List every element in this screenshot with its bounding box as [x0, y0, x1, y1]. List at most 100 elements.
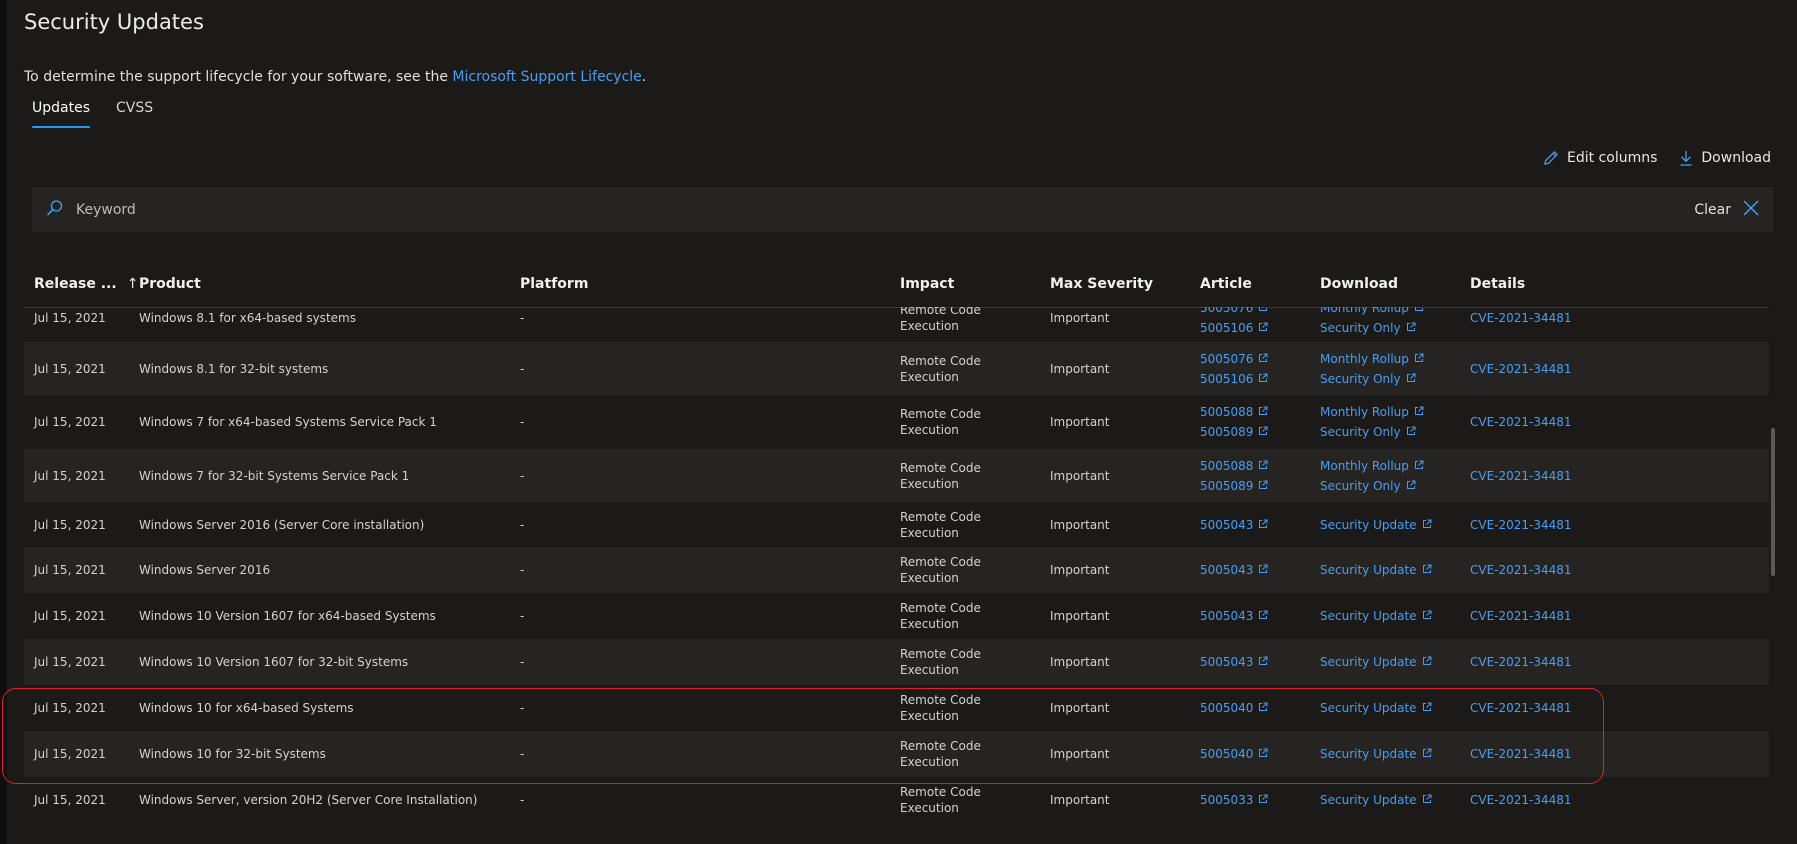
impact-text: Remote Code Execution — [900, 647, 981, 677]
product-cell: Windows 7 for 32-bit Systems Service Pac… — [139, 468, 410, 483]
impact-text: Remote Code Execution — [900, 407, 981, 437]
cve-link[interactable]: CVE-2021-34481 — [1470, 308, 1572, 328]
download-link[interactable]: Monthly Rollup — [1320, 402, 1424, 422]
cve-link[interactable]: CVE-2021-34481 — [1470, 466, 1572, 486]
external-link-icon — [1258, 456, 1268, 476]
download-label: Download — [1701, 150, 1771, 166]
cve-link[interactable]: CVE-2021-34481 — [1470, 412, 1572, 432]
impact-cell: Remote Code Execution — [900, 731, 996, 777]
tab-updates[interactable]: Updates — [32, 100, 90, 128]
article-cell: 5005033 — [1200, 777, 1268, 823]
clear-search-button[interactable]: Clear — [1694, 200, 1759, 220]
cve-link[interactable]: CVE-2021-34481 — [1470, 698, 1572, 718]
vertical-scrollbar[interactable] — [1771, 428, 1775, 576]
article-link[interactable]: 5005088 — [1200, 402, 1268, 422]
article-link[interactable]: 5005040 — [1200, 744, 1268, 764]
article-link[interactable]: 5005043 — [1200, 560, 1268, 580]
product-cell: Windows 10 for x64-based Systems — [139, 701, 354, 715]
article-cell: 5005043 — [1200, 502, 1268, 547]
download-link[interactable]: Monthly Rollup — [1320, 307, 1424, 318]
article-link[interactable]: 5005033 — [1200, 790, 1268, 810]
article-link[interactable]: 5005040 — [1200, 698, 1268, 718]
article-link[interactable]: 5005089 — [1200, 422, 1268, 442]
download-link[interactable]: Security Update — [1320, 698, 1432, 718]
article-link[interactable]: 5005076 — [1200, 307, 1268, 318]
support-lifecycle-link[interactable]: Microsoft Support Lifecycle — [452, 69, 641, 85]
platform-cell: - — [520, 655, 525, 669]
article-link[interactable]: 5005043 — [1200, 606, 1268, 626]
download-link[interactable]: Security Update — [1320, 744, 1432, 764]
edit-columns-button[interactable]: Edit columns — [1543, 150, 1657, 166]
article-link[interactable]: 5005088 — [1200, 456, 1268, 476]
cve-link[interactable]: CVE-2021-34481 — [1470, 744, 1572, 764]
download-link[interactable]: Security Only — [1320, 369, 1424, 389]
max-severity-cell: Important — [1050, 655, 1110, 669]
download-button[interactable]: Download — [1679, 150, 1771, 166]
page-title: Security Updates — [24, 10, 204, 34]
download-link[interactable]: Security Update — [1320, 560, 1432, 580]
sort-ascending-icon[interactable]: ↑ — [127, 276, 139, 292]
cve-link[interactable]: CVE-2021-34481 — [1470, 560, 1572, 580]
table-row: Jul 15, 2021 Windows 10 Version 1607 for … — [24, 593, 1769, 639]
platform-cell: - — [520, 701, 525, 715]
platform-cell: - — [520, 361, 525, 376]
article-link[interactable]: 5005043 — [1200, 515, 1268, 535]
article-link[interactable]: 5005089 — [1200, 476, 1268, 496]
header-article[interactable]: Article — [1200, 276, 1252, 292]
article-link[interactable]: 5005043 — [1200, 652, 1268, 672]
download-link[interactable]: Security Update — [1320, 515, 1432, 535]
article-link[interactable]: 5005076 — [1200, 349, 1268, 369]
release-date-cell: Jul 15, 2021 — [34, 468, 106, 483]
article-link[interactable]: 5005106 — [1200, 369, 1268, 389]
platform-cell: - — [520, 415, 525, 429]
download-link-label: Security Update — [1320, 609, 1417, 623]
header-product[interactable]: Product — [139, 276, 201, 292]
article-link-label: 5005040 — [1200, 747, 1254, 761]
header-platform[interactable]: Platform — [520, 276, 588, 292]
platform-cell: - — [520, 310, 525, 325]
details-cell: CVE-2021-34481 — [1470, 731, 1572, 777]
product-cell: Windows Server 2016 (Server Core install… — [139, 517, 425, 532]
external-link-icon — [1258, 307, 1268, 318]
cve-link[interactable]: CVE-2021-34481 — [1470, 652, 1572, 672]
external-link-icon — [1258, 515, 1268, 535]
header-download[interactable]: Download — [1320, 276, 1398, 292]
table-body: Jul 15, 2021 Windows 8.1 for x64-based sy… — [24, 307, 1769, 844]
download-link[interactable]: Security Only — [1320, 476, 1424, 496]
external-link-icon — [1422, 560, 1432, 580]
download-link[interactable]: Security Update — [1320, 790, 1432, 810]
article-cell: 5005076 5005106 — [1200, 342, 1268, 395]
download-link[interactable]: Monthly Rollup — [1320, 456, 1424, 476]
cve-link[interactable]: CVE-2021-34481 — [1470, 790, 1572, 810]
download-link[interactable]: Security Only — [1320, 318, 1424, 338]
tab-cvss[interactable]: CVSS — [116, 100, 153, 128]
cve-link[interactable]: CVE-2021-34481 — [1470, 515, 1572, 535]
download-link[interactable]: Security Update — [1320, 606, 1432, 626]
download-cell: Monthly Rollup Security Only — [1320, 307, 1424, 342]
impact-cell: Remote Code Execution — [900, 639, 996, 685]
header-details[interactable]: Details — [1470, 276, 1525, 292]
download-link[interactable]: Monthly Rollup — [1320, 349, 1424, 369]
download-cell: Security Update — [1320, 502, 1432, 547]
article-cell: 5005040 — [1200, 731, 1268, 777]
table-row: Jul 15, 2021 Windows 10 Version 1607 for … — [24, 639, 1769, 685]
search-icon — [46, 199, 64, 221]
header-release-date[interactable]: Release ... ↑ — [34, 276, 138, 292]
external-link-icon — [1414, 349, 1424, 369]
platform-cell: - — [520, 517, 525, 532]
header-impact[interactable]: Impact — [900, 276, 954, 292]
article-link[interactable]: 5005106 — [1200, 318, 1268, 338]
header-max-severity[interactable]: Max Severity — [1050, 276, 1153, 292]
details-cell: CVE-2021-34481 — [1470, 685, 1572, 731]
cve-link[interactable]: CVE-2021-34481 — [1470, 606, 1572, 626]
download-link[interactable]: Security Update — [1320, 652, 1432, 672]
external-link-icon — [1258, 402, 1268, 422]
release-date-cell: Jul 15, 2021 — [34, 747, 106, 761]
product-cell: Windows Server, version 20H2 (Server Cor… — [139, 793, 478, 807]
download-link-label: Security Update — [1320, 747, 1417, 761]
cve-link[interactable]: CVE-2021-34481 — [1470, 359, 1572, 379]
external-link-icon — [1422, 606, 1432, 626]
download-link[interactable]: Security Only — [1320, 422, 1424, 442]
search-input[interactable] — [74, 200, 1695, 219]
download-link-label: Monthly Rollup — [1320, 458, 1409, 473]
